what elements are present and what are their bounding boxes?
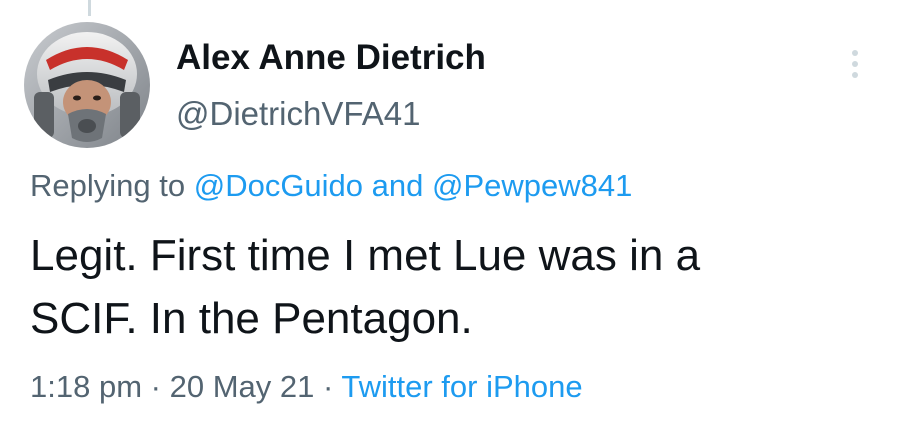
mention-link-docguido[interactable]: @DocGuido (194, 168, 363, 203)
mention-conjunction[interactable]: and (372, 168, 424, 203)
thread-connector-line (88, 0, 91, 16)
pilot-helmet-avatar-icon (24, 22, 150, 148)
meta-separator: · (322, 369, 334, 404)
more-options-vertical-dots-icon (852, 50, 858, 78)
author-name[interactable]: Alex Anne Dietrich (176, 38, 486, 78)
tweet-text-line-1: Legit. First time I met Lue was in a (30, 231, 701, 280)
avatar[interactable] (24, 22, 150, 148)
replying-to-line: Replying to @DocGuido and @Pewpew841 (30, 168, 632, 204)
author-handle[interactable]: @DietrichVFA41 (176, 95, 420, 133)
tweet-text-line-2: SCIF. In the Pentagon. (30, 294, 473, 343)
tweet-metadata: 1:18 pm · 20 May 21 · Twitter for iPhone (30, 369, 583, 405)
more-options-button[interactable] (838, 44, 872, 84)
tweet-text: Legit. First time I met Lue was in a SCI… (30, 224, 880, 350)
tweet-source-link[interactable]: Twitter for iPhone (341, 369, 582, 404)
mention-link-pewpew841[interactable]: @Pewpew841 (432, 168, 632, 203)
tweet-date[interactable]: 20 May 21 (170, 369, 315, 404)
meta-separator: · (150, 369, 161, 404)
tweet-time[interactable]: 1:18 pm (30, 369, 142, 404)
replying-to-label: Replying to (30, 168, 186, 203)
